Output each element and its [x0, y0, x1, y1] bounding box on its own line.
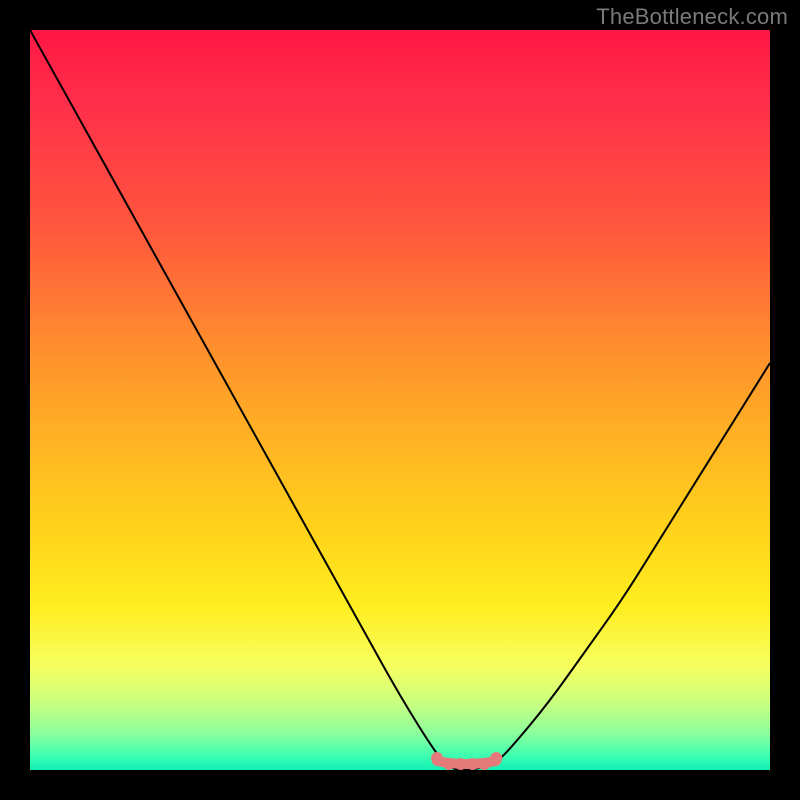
bottleneck-curve	[30, 30, 770, 770]
optimal-flat-region	[431, 752, 502, 770]
watermark-text: TheBottleneck.com	[596, 4, 788, 30]
chart-frame: TheBottleneck.com	[0, 0, 800, 800]
curve-svg	[30, 30, 770, 770]
plot-area	[30, 30, 770, 770]
